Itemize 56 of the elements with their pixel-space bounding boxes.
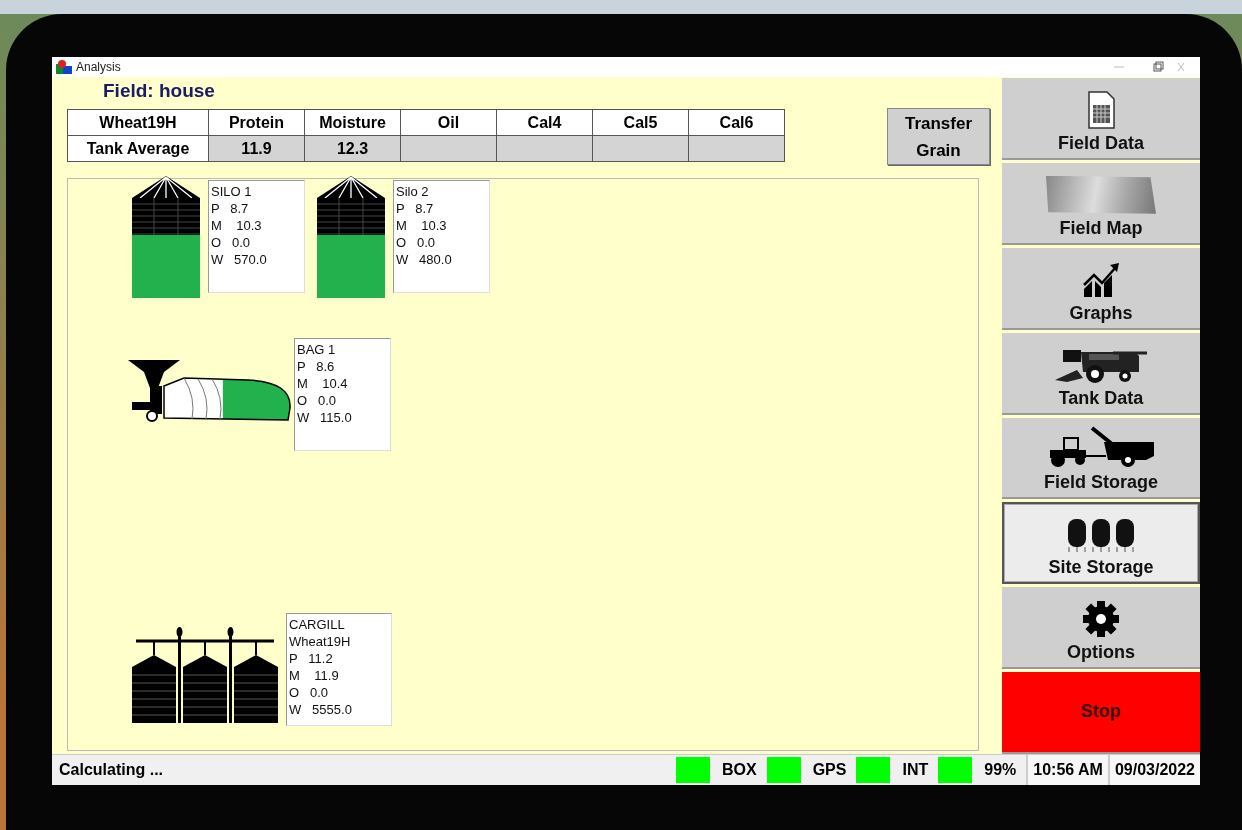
nav-button[interactable]: Options — [1002, 587, 1200, 670]
status-message: Calculating ... — [58, 760, 164, 780]
field-title: Field: house — [103, 80, 216, 103]
nav-button[interactable]: Tank Data — [1002, 332, 1200, 415]
column-header: Cal5 — [592, 109, 689, 136]
chart-icon — [1082, 260, 1120, 299]
table-cell: 12.3 — [304, 135, 401, 162]
nav-button[interactable]: Field Storage — [1002, 417, 1200, 500]
status-date: 09/03/2022 — [1107, 755, 1200, 785]
reading-line: O 0.0 — [211, 234, 252, 251]
reading-line: W 480.0 — [396, 251, 453, 268]
storage-name: Silo 2 — [396, 183, 430, 200]
settings-icon — [1082, 600, 1120, 639]
stop-button[interactable]: Stop — [1002, 672, 1200, 754]
table-cell: 11.9 — [208, 135, 305, 162]
column-header: Oil — [400, 109, 497, 136]
column-header: Cal6 — [688, 109, 785, 136]
spreadsheet-icon — [1087, 90, 1115, 129]
reading-line: W 5555.0 — [289, 701, 353, 718]
column-header: Protein — [208, 109, 305, 136]
nav-button[interactable]: Field Data — [1002, 78, 1200, 160]
reading-line: P 8.6 — [297, 358, 336, 375]
reading-line: M 10.4 — [297, 375, 349, 392]
reading-line: W 570.0 — [211, 251, 268, 268]
window-title: Analysis — [76, 60, 122, 74]
column-header: Wheat19H — [67, 109, 209, 136]
reading-line: W 115.0 — [297, 409, 353, 426]
storage-name: SILO 1 — [211, 183, 253, 200]
row-label: Tank Average — [67, 135, 209, 162]
indicator-label: 99% — [984, 761, 1017, 779]
reading-line: O 0.0 — [289, 684, 330, 701]
combine-harvester-icon — [1053, 347, 1149, 384]
app-icon — [56, 60, 72, 74]
reading-line: M 10.3 — [211, 217, 263, 234]
transfer-grain-button[interactable]: Transfer Grain — [887, 108, 990, 165]
reading-line: O 0.0 — [297, 392, 338, 409]
reading-line: P 11.2 — [289, 650, 334, 667]
indicator-label: INT — [902, 761, 929, 779]
three-silos-icon — [1066, 517, 1136, 554]
storage-name: BAG 1 — [297, 341, 337, 358]
nav-button[interactable]: Graphs — [1002, 247, 1200, 330]
column-header: Cal4 — [496, 109, 593, 136]
crop-name: Wheat19H — [289, 633, 352, 650]
indicator-label: GPS — [812, 761, 847, 779]
reading-line: M 11.9 — [289, 667, 340, 684]
status-time: 10:56 AM — [1026, 755, 1108, 785]
column-header: Moisture — [304, 109, 401, 136]
reading-line: P 8.7 — [211, 200, 250, 217]
reading-line: O 0.0 — [396, 234, 437, 251]
indicator-label: BOX — [722, 761, 757, 779]
nav-button[interactable]: Site Storage — [1002, 502, 1200, 585]
nav-button[interactable]: Field Map — [1002, 162, 1200, 245]
reading-line: P 8.7 — [396, 200, 435, 217]
reading-line: M 10.3 — [396, 217, 448, 234]
storage-name: CARGILL — [289, 616, 346, 633]
window-controls-icon — [1114, 61, 1184, 73]
